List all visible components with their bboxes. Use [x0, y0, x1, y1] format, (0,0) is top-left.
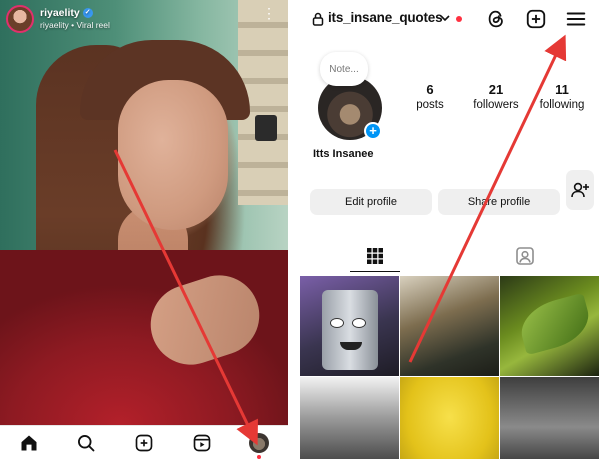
create-icon[interactable]	[129, 428, 159, 458]
tab-tagged[interactable]	[500, 240, 550, 272]
stat-following-label: following	[539, 99, 585, 111]
note-bubble[interactable]: Note...	[320, 52, 368, 86]
profile-thumbnail	[249, 432, 270, 453]
more-options-icon[interactable]: ⋮	[262, 6, 276, 20]
cartoon-eye	[352, 318, 366, 328]
reel-author-name: riyaelity	[40, 7, 80, 19]
verified-badge-icon: ✓	[82, 8, 93, 18]
add-person-icon	[571, 182, 589, 198]
post-thumbnail[interactable]	[300, 276, 399, 376]
stat-following-value: 11	[555, 82, 569, 97]
tab-posts-grid[interactable]	[350, 240, 400, 272]
panel-divider	[288, 0, 300, 459]
reel-author-name-row: riyaelity ✓	[40, 7, 110, 19]
reel-subtitle: riyaelity • Viral reel	[40, 20, 110, 30]
stat-following[interactable]: 11 following	[534, 82, 590, 111]
create-post-icon[interactable]	[525, 8, 547, 30]
chevron-down-icon[interactable]	[440, 13, 450, 23]
leaf-image	[515, 292, 595, 356]
share-profile-button[interactable]: Share profile	[438, 189, 560, 215]
stat-posts[interactable]: 6 posts	[408, 82, 452, 111]
stat-followers-value: 21	[488, 82, 504, 97]
edit-profile-button[interactable]: Edit profile	[310, 189, 432, 215]
reel-header: riyaelity ✓ riyaelity • Viral reel	[6, 4, 110, 34]
post-thumbnail[interactable]	[400, 377, 499, 459]
stat-followers-label: followers	[473, 99, 519, 111]
bottom-navigation	[0, 425, 288, 459]
stat-posts-value: 6	[426, 82, 434, 97]
reel-video-frame[interactable]	[0, 0, 288, 425]
face-shape	[118, 80, 228, 230]
add-story-button[interactable]: +	[364, 122, 382, 140]
posts-grid	[300, 276, 600, 459]
wall-sign	[255, 115, 277, 141]
tagged-icon	[516, 247, 534, 265]
cartoon-can-image	[322, 290, 378, 370]
profile-avatar[interactable]	[244, 428, 274, 459]
profile-display-name: Itts Insanee	[313, 148, 374, 160]
search-icon[interactable]	[71, 428, 101, 458]
post-thumbnail[interactable]	[500, 276, 599, 376]
reel-author-avatar[interactable]	[6, 5, 34, 33]
discover-people-button[interactable]	[566, 170, 594, 210]
profile-panel: its_insane_quotes Note... + 6 posts 21 f…	[300, 0, 600, 459]
notification-dot	[257, 454, 262, 459]
profile-username[interactable]: its_insane_quotes	[328, 10, 443, 25]
lock-icon	[312, 12, 324, 26]
post-thumbnail[interactable]	[400, 276, 499, 376]
reel-panel: riyaelity ✓ riyaelity • Viral reel ⋮	[0, 0, 288, 459]
cartoon-eye	[330, 318, 344, 328]
stat-followers[interactable]: 21 followers	[468, 82, 524, 111]
grid-icon	[367, 247, 383, 264]
hamburger-menu-icon[interactable]	[565, 8, 587, 30]
account-notification-dot	[456, 16, 462, 22]
post-thumbnail[interactable]	[500, 377, 599, 459]
threads-icon[interactable]	[485, 8, 507, 30]
reel-author-info[interactable]: riyaelity ✓ riyaelity • Viral reel	[40, 7, 110, 31]
reels-icon[interactable]	[187, 428, 217, 458]
stat-posts-label: posts	[416, 99, 444, 111]
post-thumbnail[interactable]	[300, 377, 399, 459]
screenshot-root: riyaelity ✓ riyaelity • Viral reel ⋮ its…	[0, 0, 600, 459]
home-icon[interactable]	[14, 428, 44, 458]
